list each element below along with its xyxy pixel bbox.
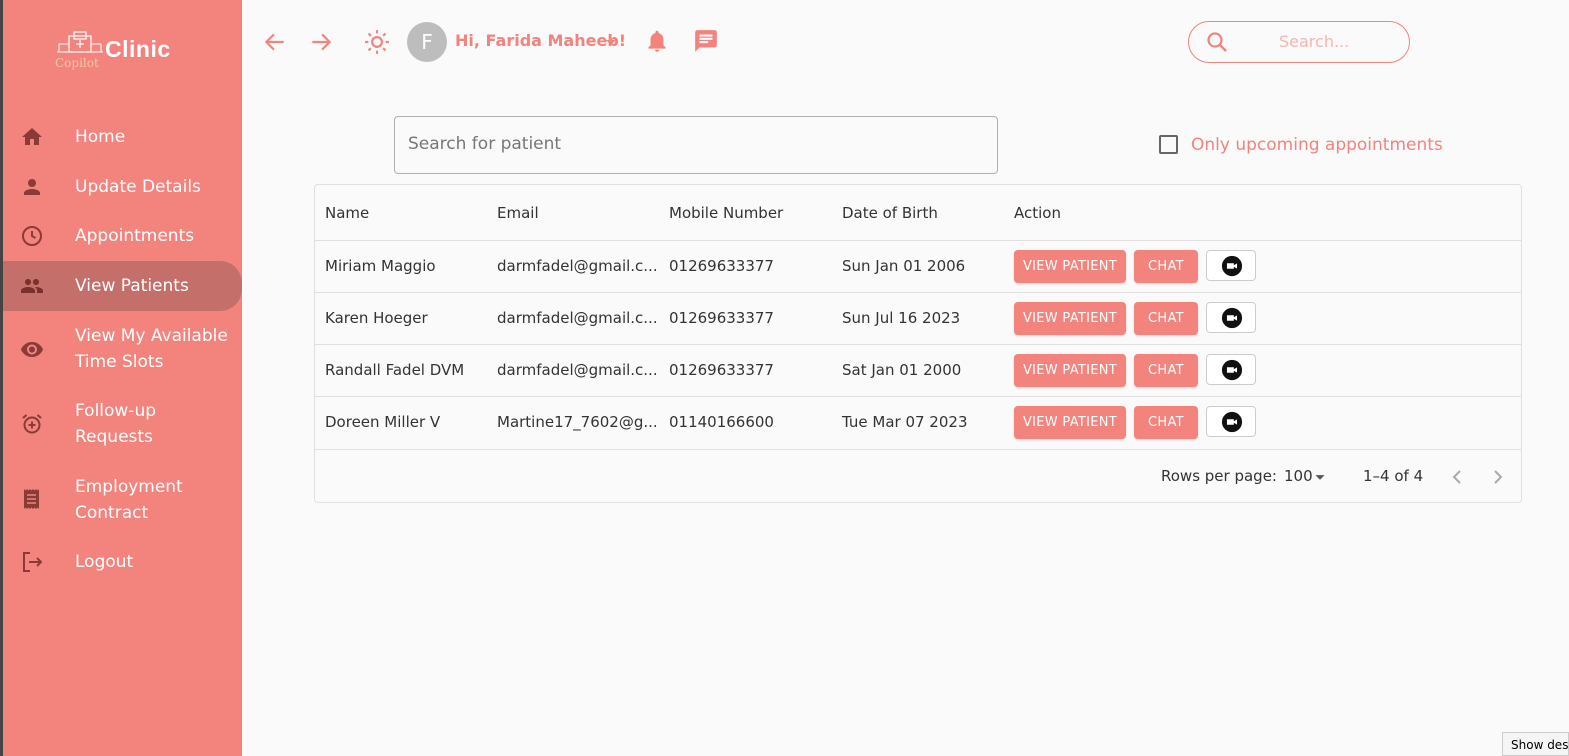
forward-arrow-icon[interactable] [308,29,334,55]
bell-icon[interactable] [644,28,670,54]
video-call-button[interactable] [1206,250,1256,281]
chevron-down-icon[interactable] [601,29,621,55]
sidebar-item-label: Appointments [75,226,195,246]
patient-search-input[interactable] [408,134,978,154]
patient-name: Karen Hoeger [325,309,428,327]
upcoming-appointments-label[interactable]: Only upcoming appointments [1191,135,1443,155]
sidebar-item-update-details[interactable]: Update Details [3,174,242,200]
patient-mobile: 01269633377 [669,309,774,327]
sidebar: Copilot Clinic Home Update Details Appoi… [3,0,242,756]
chat-button[interactable]: CHAT [1134,250,1198,283]
sidebar-item-available-time-slots[interactable]: View My Available Time Slots [3,323,242,375]
chat-icon[interactable] [693,28,719,54]
chevron-right-icon[interactable] [1486,465,1510,489]
logout-icon [23,552,43,572]
clock-icon [22,226,42,246]
patient-email: darmfadel@gmail.c... [497,309,658,327]
sidebar-item-appointments[interactable]: Appointments [3,223,242,249]
column-header-dob[interactable]: Date of Birth [842,204,938,222]
video-call-icon [1221,359,1243,381]
table-row: Randall Fadel DVM darmfadel@gmail.c... 0… [315,344,1521,396]
patients-table: Name Email Mobile Number Date of Birth A… [314,184,1522,503]
column-header-action[interactable]: Action [1014,204,1061,222]
video-call-button[interactable] [1206,302,1256,333]
people-icon [21,279,43,293]
patient-name: Miriam Maggio [325,257,436,275]
sidebar-item-label: Logout [75,552,134,572]
video-call-icon [1221,307,1243,329]
patient-dob: Sun Jul 16 2023 [842,309,961,327]
patient-email: darmfadel@gmail.c... [497,361,658,379]
rows-per-page-select[interactable]: 100 [1284,467,1313,485]
view-patient-button[interactable]: VIEW PATIENT [1014,250,1126,283]
back-arrow-icon[interactable] [262,29,288,55]
sidebar-item-follow-up-requests[interactable]: Follow-up Requests [3,398,242,450]
search-icon [1207,32,1227,52]
show-desktop-tooltip[interactable]: Show desktop [1502,732,1569,756]
column-header-email[interactable]: Email [497,204,539,222]
view-patient-button[interactable]: VIEW PATIENT [1014,354,1126,387]
eye-icon [21,342,43,357]
patient-mobile: 01140166600 [669,413,774,431]
sidebar-item-view-patients[interactable]: View Patients [3,261,242,311]
chat-button[interactable]: CHAT [1134,302,1198,335]
sidebar-item-label: Home [75,127,126,147]
video-call-button[interactable] [1206,406,1256,437]
video-call-icon [1221,255,1243,277]
alarm-add-icon [22,414,42,434]
sidebar-item-label: Employment Contract [75,477,183,523]
video-call-button[interactable] [1206,354,1256,385]
sidebar-item-label: View Patients [75,276,189,296]
patient-name: Doreen Miller V [325,413,441,431]
sun-icon[interactable] [364,29,390,55]
column-header-name[interactable]: Name [325,204,369,222]
rows-per-page-label: Rows per page: [1161,467,1277,485]
sidebar-item-label: Update Details [75,177,201,197]
view-patient-button[interactable]: VIEW PATIENT [1014,406,1126,439]
chat-button[interactable]: CHAT [1134,354,1198,387]
table-pagination: Rows per page: 100 1–4 of 4 [315,449,1521,502]
receipt-icon [24,489,39,509]
logo-subtext: Copilot [55,56,99,70]
app-logo[interactable]: Copilot Clinic [55,30,185,74]
patient-mobile: 01269633377 [669,361,774,379]
patient-dob: Tue Mar 07 2023 [842,413,968,431]
upcoming-appointments-checkbox[interactable] [1159,135,1178,154]
person-icon [24,179,40,195]
global-search [1188,21,1410,63]
video-call-icon [1221,411,1243,433]
chevron-left-icon[interactable] [1445,465,1469,489]
chat-button[interactable]: CHAT [1134,406,1198,439]
table-row: Miriam Maggio darmfadel@gmail.c... 01269… [315,240,1521,292]
global-search-input[interactable] [1279,32,1399,51]
chevron-down-icon[interactable] [1310,466,1330,488]
patient-name: Randall Fadel DVM [325,361,465,379]
sidebar-item-label: Follow-up Requests [75,401,157,447]
avatar[interactable]: F [407,22,447,62]
column-header-mobile[interactable]: Mobile Number [669,204,783,222]
table-row: Karen Hoeger darmfadel@gmail.c... 012696… [315,292,1521,344]
patient-search-field [394,116,998,174]
patient-email: darmfadel@gmail.c... [497,257,658,275]
pagination-range: 1–4 of 4 [1363,467,1424,485]
patient-dob: Sat Jan 01 2000 [842,361,962,379]
sidebar-item-home[interactable]: Home [3,124,242,150]
patient-mobile: 01269633377 [669,257,774,275]
logo-text: Clinic [105,36,171,62]
view-patient-button[interactable]: VIEW PATIENT [1014,302,1126,335]
patient-email: Martine17_7602@g... [497,413,658,431]
sidebar-item-logout[interactable]: Logout [3,549,242,575]
home-icon [22,128,42,145]
patient-dob: Sun Jan 01 2006 [842,257,966,275]
table-row: Doreen Miller V Martine17_7602@g... 0114… [315,396,1521,448]
sidebar-item-employment-contract[interactable]: Employment Contract [3,474,242,526]
sidebar-item-label: View My Available Time Slots [75,326,228,372]
